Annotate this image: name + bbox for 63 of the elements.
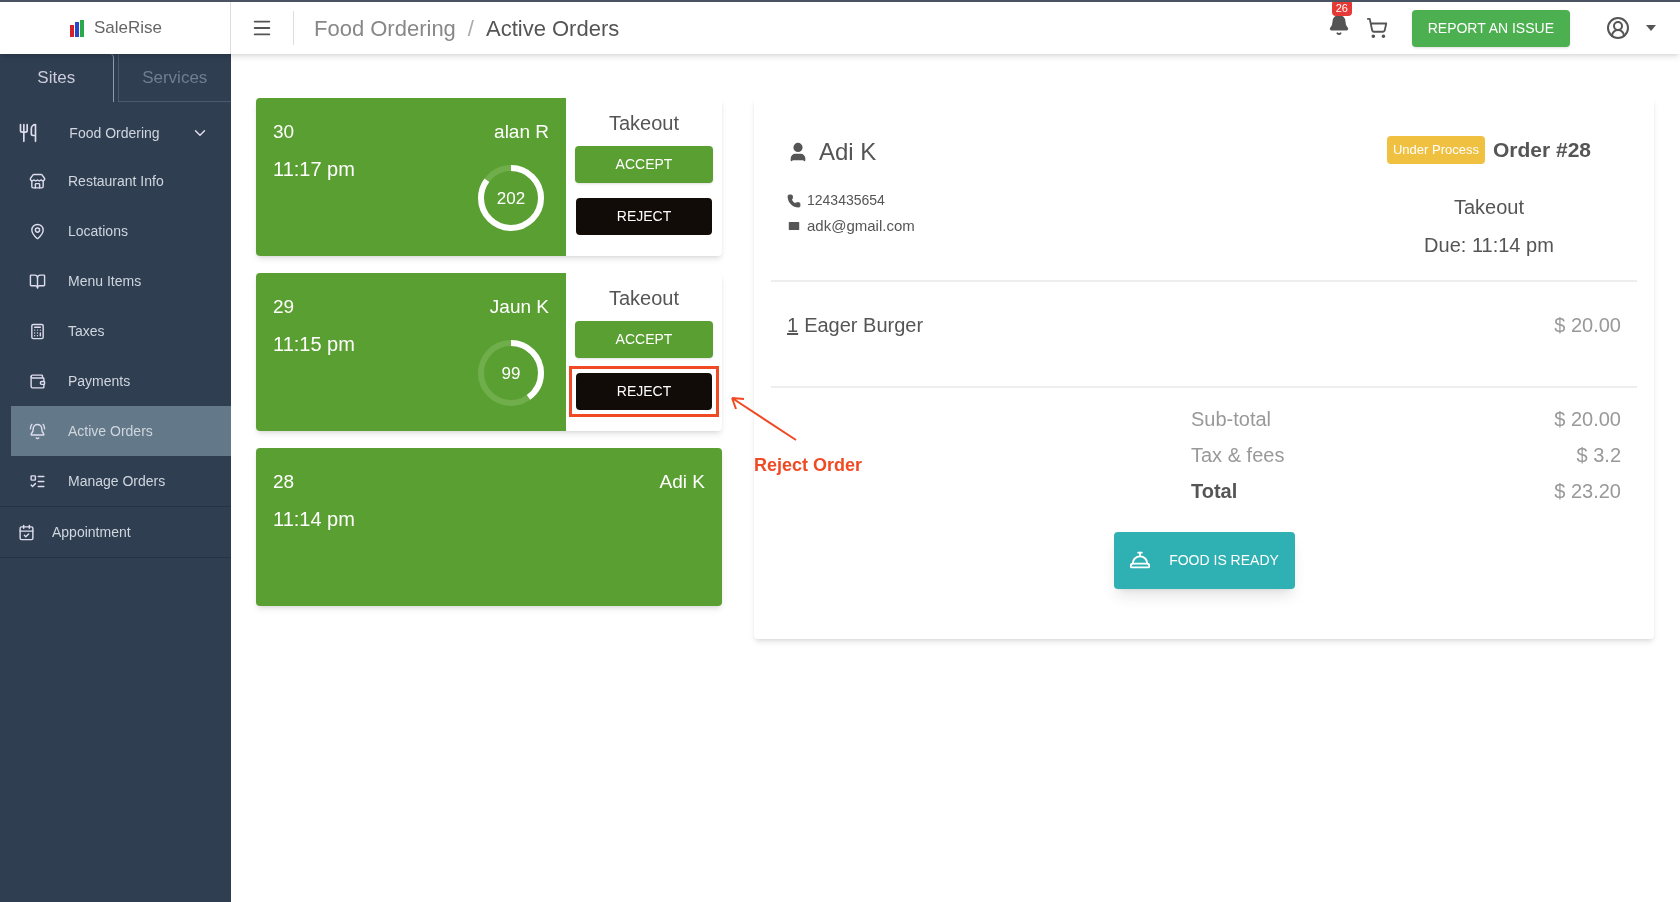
breadcrumb-current: Active Orders [486, 14, 620, 43]
sidebar-group[interactable]: Food Ordering [0, 110, 231, 156]
status-badge: Under Process [1386, 136, 1485, 164]
book-icon [29, 272, 46, 290]
breadcrumb-link[interactable]: Food Ordering [314, 11, 456, 45]
customer-name: Adi K [659, 470, 705, 494]
sidebar-item[interactable]: Payments [11, 356, 231, 406]
list-icon [29, 472, 46, 490]
order-time: 11:17 pm [273, 157, 355, 182]
item-price: $ 20.00 [1554, 312, 1621, 338]
sidebar-item[interactable]: Locations [11, 206, 231, 256]
order-card[interactable]: 29 Jaun K 11:15 pm 99 Takeout ACCEPT REJECT [256, 273, 722, 431]
order-type: Takeout [608, 286, 680, 311]
sidebar-item[interactable]: Appointment [0, 507, 231, 557]
total-value: $ 23.20 [1554, 478, 1621, 504]
calendar-icon [18, 523, 35, 541]
total-label: Sub-total [1191, 406, 1272, 432]
order-number: 29 [273, 295, 295, 319]
order-card[interactable]: 30 alan R 11:17 pm 202 Takeout ACCEPT REJECT [256, 98, 722, 256]
phone-icon [787, 193, 801, 208]
sidebar-item[interactable]: Restaurant Info [11, 156, 231, 206]
sidebar-item[interactable]: Manage Orders [11, 456, 231, 506]
total-label: Total [1191, 478, 1238, 504]
timer-count: 202 [496, 189, 526, 207]
order-time: 11:14 pm [273, 507, 355, 532]
cart-icon[interactable] [1365, 17, 1388, 39]
cloche-icon [1129, 549, 1152, 571]
item-name: Eager Burger [804, 312, 924, 338]
logo-text: SaleRise [93, 17, 162, 40]
customer-name: Adi K [819, 137, 877, 167]
order-number: 30 [273, 120, 295, 144]
bell-icon [29, 422, 46, 440]
notification-button[interactable] [1327, 13, 1350, 36]
wallet-icon [29, 372, 46, 390]
order-type: Takeout [608, 111, 680, 136]
timer-count: 99 [501, 364, 521, 382]
breadcrumb-separator: / [467, 14, 474, 43]
account-icon[interactable] [1606, 16, 1630, 40]
notification-badge: 26 [1331, 2, 1352, 16]
sidebar-tab[interactable]: Sites [0, 54, 114, 102]
order-number: 28 [273, 470, 295, 494]
sidebar-item[interactable]: Menu Items [11, 256, 231, 306]
sidebar-item[interactable]: Taxes [11, 306, 231, 356]
storefront-icon [29, 172, 46, 190]
annotation-label: Reject Order [754, 454, 863, 477]
total-value: $ 20.00 [1554, 406, 1621, 432]
total-label: Tax & fees [1191, 442, 1285, 468]
map-pin-icon [29, 222, 46, 240]
customer-name: Jaun K [489, 295, 549, 319]
calculator-icon [29, 322, 46, 340]
utensils-icon [18, 123, 38, 143]
order-time: 11:15 pm [273, 332, 355, 357]
order-type: Takeout [1453, 194, 1524, 220]
due-time: Due: 11:14 pm [1424, 232, 1554, 258]
reject-button[interactable]: REJECT [576, 373, 712, 410]
email-address: adk@gmail.com [807, 216, 915, 236]
phone-number: 1243435654 [807, 191, 885, 210]
caret-icon [1646, 25, 1656, 31]
reject-button[interactable]: REJECT [576, 198, 712, 235]
customer-name: alan R [494, 120, 549, 144]
order-number: Order #28 [1492, 137, 1591, 163]
item-quantity: 1 [787, 312, 799, 338]
total-value: $ 3.2 [1576, 442, 1621, 468]
